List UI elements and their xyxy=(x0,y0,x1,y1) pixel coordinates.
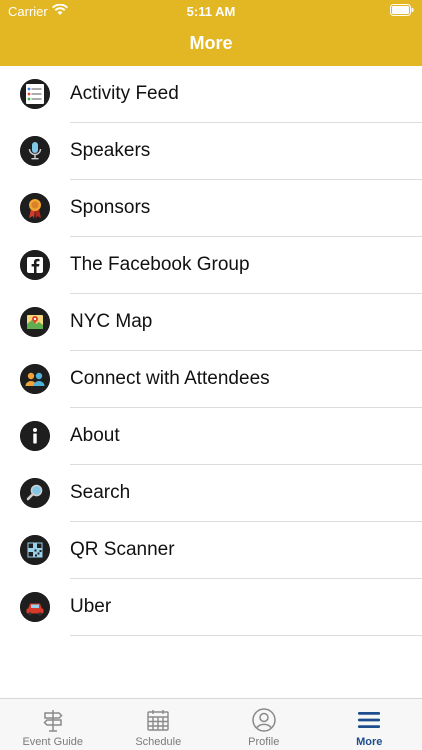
navigation-header: Carrier 5:11 AM More xyxy=(0,0,422,66)
menu-item-label: Sponsors xyxy=(70,197,151,218)
menu-item-activity-feed[interactable]: Activity Feed xyxy=(0,66,422,123)
menu-item-search[interactable]: Search xyxy=(0,465,422,522)
activity-feed-icon xyxy=(20,79,50,109)
calendar-icon xyxy=(147,710,169,731)
map-icon xyxy=(20,307,50,337)
tab-label: More xyxy=(356,736,383,748)
menu-item-facebook-group[interactable]: The Facebook Group xyxy=(0,237,422,294)
ribbon-award-icon xyxy=(20,193,50,223)
tab-label: Schedule xyxy=(135,736,182,748)
attendees-icon xyxy=(20,364,50,394)
tab-event-guide[interactable]: Event Guide xyxy=(0,699,106,750)
tab-bar: Event Guide Schedule Profile More xyxy=(0,698,422,750)
page-title: More xyxy=(189,33,233,53)
facebook-icon xyxy=(20,250,50,280)
menu-item-label: Activity Feed xyxy=(70,83,179,104)
status-time: 5:11 AM xyxy=(186,4,236,19)
info-icon xyxy=(20,421,50,451)
status-bar: Carrier 5:11 AM xyxy=(0,0,422,22)
menu-item-label: Uber xyxy=(70,596,112,617)
menu-item-uber[interactable]: Uber xyxy=(0,579,422,636)
menu-item-qr-scanner[interactable]: QR Scanner xyxy=(0,522,422,579)
menu-item-label: About xyxy=(70,425,120,446)
menu-item-label: Speakers xyxy=(70,140,151,161)
menu-item-label: QR Scanner xyxy=(70,539,175,560)
menu-item-label: NYC Map xyxy=(70,311,153,332)
tab-more[interactable]: More xyxy=(317,699,422,750)
menu-item-speakers[interactable]: Speakers xyxy=(0,123,422,180)
car-icon xyxy=(20,592,50,622)
menu-item-connect-attendees[interactable]: Connect with Attendees xyxy=(0,351,422,408)
microphone-icon xyxy=(20,136,50,166)
menu-item-label: The Facebook Group xyxy=(70,254,250,275)
hamburger-menu-icon xyxy=(358,712,381,728)
battery-icon xyxy=(390,4,414,16)
tab-profile[interactable]: Profile xyxy=(211,699,317,750)
menu-item-label: Connect with Attendees xyxy=(70,368,270,389)
search-icon xyxy=(20,478,50,508)
tab-schedule[interactable]: Schedule xyxy=(106,699,212,750)
menu-item-about[interactable]: About xyxy=(0,408,422,465)
menu-item-label: Search xyxy=(70,482,131,503)
qr-code-icon xyxy=(20,535,50,565)
menu-item-nyc-map[interactable]: NYC Map xyxy=(0,294,422,351)
menu-item-sponsors[interactable]: Sponsors xyxy=(0,180,422,237)
profile-icon xyxy=(252,708,276,732)
tab-label: Event Guide xyxy=(22,736,84,748)
tab-label: Profile xyxy=(248,736,280,748)
signpost-icon xyxy=(43,710,63,732)
divider xyxy=(70,635,422,636)
more-menu-list: Activity Feed Speakers Sponsors The Face… xyxy=(0,66,422,636)
